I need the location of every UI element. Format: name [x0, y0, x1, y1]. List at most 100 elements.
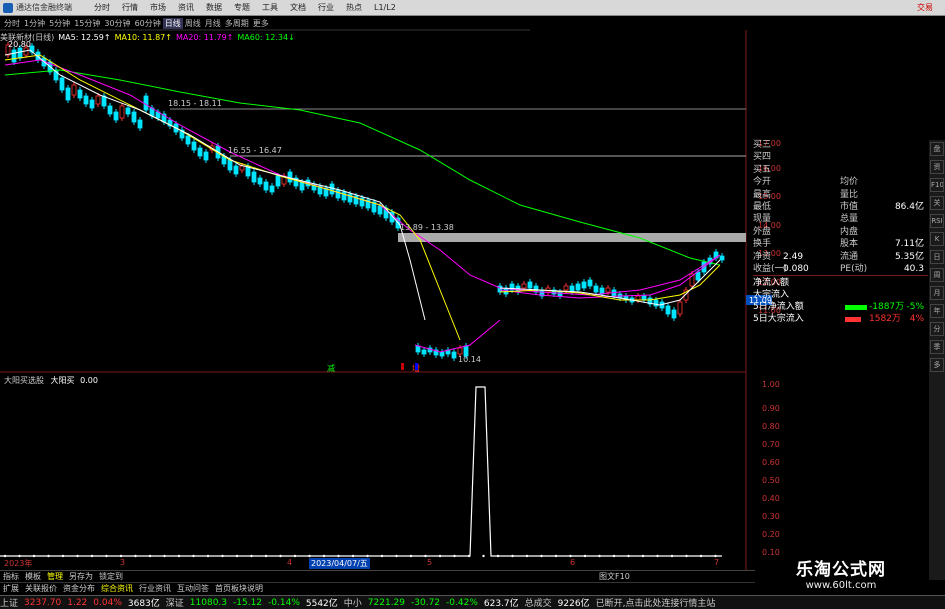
indicator-label: 大阳买 — [50, 376, 75, 385]
indicator-dot — [177, 554, 181, 558]
index-sh-amt: 3683亿 — [127, 599, 160, 609]
candle — [599, 287, 605, 295]
toolbar-button[interactable]: 多 — [930, 358, 944, 372]
f10-button[interactable]: 图文F10 — [596, 571, 633, 582]
quote-label-2: 股本 — [840, 239, 859, 250]
indicator-dot — [18, 554, 21, 558]
indicator-dot — [554, 554, 558, 558]
quote-label-2: PE(动) — [840, 264, 868, 274]
indicator-dot — [670, 554, 674, 558]
indicator-dot — [598, 554, 601, 558]
candle — [641, 295, 647, 301]
toolbar-button[interactable]: K — [930, 232, 944, 246]
indicator-dot — [482, 554, 485, 558]
tab-saveas[interactable]: 另存为 — [66, 571, 96, 582]
candle — [299, 181, 305, 191]
indicator-dot — [467, 554, 471, 558]
flow-row: 大宗流入 — [753, 290, 928, 301]
indicator-dot — [337, 554, 340, 558]
index-sz-price: 11080.3 — [189, 597, 228, 608]
toolbar-button[interactable]: 资 — [930, 160, 944, 174]
tab-qa[interactable]: 互动问答 — [174, 583, 212, 593]
candle — [671, 309, 677, 319]
indicator-dot — [366, 554, 369, 558]
date-m4: 4 — [287, 558, 293, 567]
indicator-dot — [148, 554, 152, 558]
quote-row: 外盘 内盘 — [753, 227, 928, 238]
tab-related[interactable]: 关联报价 — [22, 583, 60, 593]
toolbar-button[interactable]: 季 — [930, 340, 944, 354]
bottom-tabs: 指标 模板 管理 另存为 锁定到 图文F10 — [0, 570, 755, 581]
quote-row: 最高 量比 — [753, 190, 928, 201]
quote-label: 外盘 — [753, 226, 772, 237]
toolbar-button[interactable]: 周 — [930, 268, 944, 282]
index-zx-name[interactable]: 中小 — [344, 596, 362, 609]
marker-blue-bar — [415, 363, 418, 370]
indicator-dot — [583, 554, 587, 558]
candle — [137, 119, 143, 129]
quote-label: 现量 — [753, 214, 772, 225]
low-label: 10.14 — [458, 355, 481, 364]
indicator-dot — [511, 554, 514, 558]
tab-extend[interactable]: 扩展 — [0, 583, 22, 593]
toolbar-button[interactable]: 关 — [930, 196, 944, 210]
toolbar-button[interactable]: 盘 — [930, 142, 944, 156]
candle — [527, 281, 533, 289]
tab-template[interactable]: 模板 — [22, 571, 44, 582]
tab-manage[interactable]: 管理 — [44, 571, 66, 582]
indicator-dot — [685, 554, 688, 558]
candle — [329, 183, 335, 195]
high-label: 20.80 — [8, 40, 31, 49]
tab-board-info[interactable]: 首页板块说明 — [212, 583, 266, 593]
indicator-dot — [322, 554, 326, 558]
connection-notice[interactable]: 已断开,点击此处连接行情主站 — [596, 596, 716, 609]
candle — [557, 291, 563, 297]
ma-low-segment — [414, 319, 501, 353]
candle — [257, 177, 263, 185]
candle — [125, 107, 131, 115]
info-tabs: 扩展 关联报价 资金分布 综合资讯 行业资讯 互动问答 首页板块说明 — [0, 582, 755, 593]
tab-indicator[interactable]: 指标 — [0, 571, 22, 582]
tab-lock[interactable]: 锁定到 — [96, 571, 126, 582]
candle — [191, 141, 197, 151]
quote-row: 净资 2.49 流通 5.35亿 — [753, 252, 928, 263]
indicator-dot — [47, 554, 50, 558]
ind-tick: 0.50 — [762, 476, 780, 485]
candle — [131, 111, 137, 123]
quote-label: 净资 — [753, 251, 772, 262]
indicator-dot — [641, 554, 645, 558]
indicator-name[interactable]: 大阳买选股 — [4, 376, 44, 385]
ma10-line — [4, 54, 461, 341]
box3-label: 13.89 - 13.38 — [400, 223, 454, 232]
candle — [335, 189, 341, 199]
ind-tick: 0.80 — [762, 422, 780, 431]
toolbar-button[interactable]: RSI — [930, 214, 944, 228]
toolbar-button[interactable]: F10 — [930, 178, 944, 192]
watermark-url: www.60lt.com — [805, 580, 877, 591]
index-zx-price: 7221.29 — [367, 597, 406, 608]
toolbar-button[interactable]: 日 — [930, 250, 944, 264]
flow-bar — [845, 305, 867, 310]
index-sz-name[interactable]: 深证 — [166, 596, 184, 609]
tab-industry-news[interactable]: 行业资讯 — [136, 583, 174, 593]
indicator-dot — [308, 554, 311, 558]
indicator-dot — [76, 554, 79, 558]
index-sh-name[interactable]: 上证 — [0, 596, 18, 609]
quote-value-2: 86.4亿 — [894, 202, 924, 212]
indicator-dot — [250, 554, 253, 558]
toolbar-button[interactable]: 月 — [930, 286, 944, 300]
toolbar-button[interactable]: 分 — [930, 322, 944, 336]
quote-value: 2.49 — [783, 251, 804, 262]
indicator-dot — [206, 554, 210, 558]
quote-row: 最低 市值 86.4亿 — [753, 202, 928, 213]
candle — [59, 77, 65, 91]
candle — [451, 351, 457, 359]
candle — [143, 95, 149, 111]
tab-news[interactable]: 综合资讯 — [98, 583, 136, 593]
toolbar-button[interactable]: 年 — [930, 304, 944, 318]
quote-label: 买三 — [753, 140, 772, 150]
tab-fund[interactable]: 资金分布 — [60, 583, 98, 593]
indicator-dot — [453, 554, 456, 558]
indicator-dot — [351, 554, 355, 558]
candle — [719, 255, 725, 261]
